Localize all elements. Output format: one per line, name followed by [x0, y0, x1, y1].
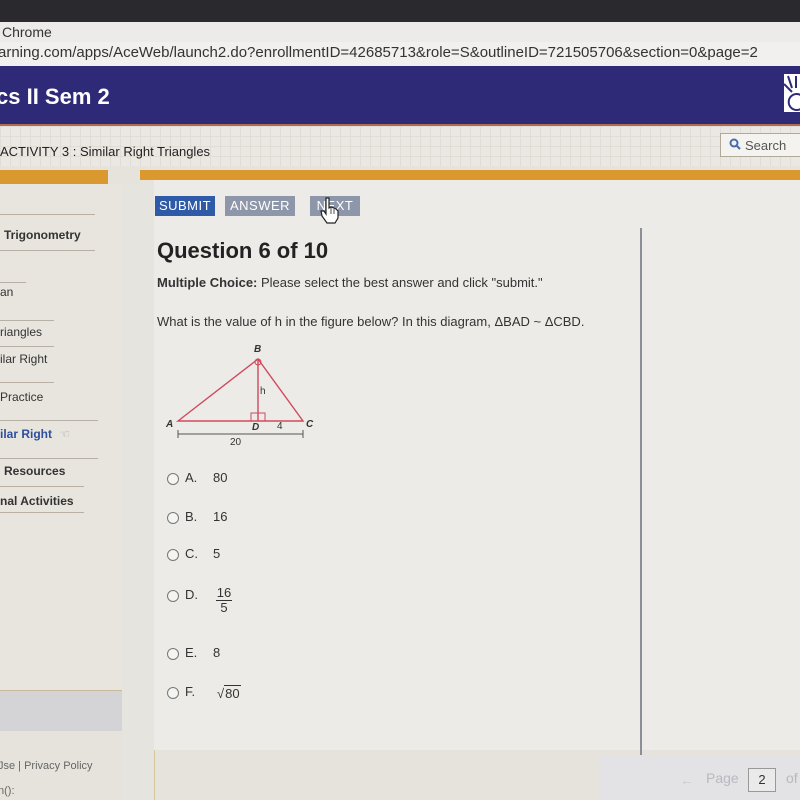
sidebar-item-similar-right[interactable]: ilar Right — [0, 352, 47, 366]
choice-letter: C. — [185, 546, 198, 561]
sidebar-item-resources[interactable]: Resources — [4, 464, 65, 478]
sidebar-item-practice[interactable]: Practice — [0, 390, 43, 404]
vertex-label-c: C — [306, 419, 314, 430]
choice-f[interactable]: F. — [167, 684, 213, 699]
course-header: cs II Sem 2 — [0, 66, 800, 126]
sidebar-item-trigonometry[interactable]: Trigonometry — [4, 228, 81, 242]
prev-page-arrow-icon[interactable]: ← — [680, 772, 694, 788]
pointer-icon: ☜ — [59, 427, 71, 441]
divider — [0, 458, 98, 459]
choice-letter: B. — [185, 509, 198, 524]
sunburst-logo-icon — [784, 75, 800, 111]
segment-ac-label: 20 — [230, 437, 242, 448]
divider — [0, 486, 84, 487]
course-title: cs II Sem 2 — [0, 84, 110, 109]
search-icon — [729, 138, 741, 150]
address-bar[interactable]: arning.com/apps/AceWeb/launch2.do?enroll… — [0, 42, 800, 67]
sidebar-item-label: ilar Right — [0, 427, 53, 441]
choice-value: 16 — [213, 509, 228, 524]
choice-b[interactable]: B. 16 — [167, 509, 227, 524]
sidebar-accent-bar — [0, 170, 108, 184]
brand-logo — [784, 74, 800, 112]
content-divider — [640, 228, 642, 758]
submit-button[interactable]: SUBMIT — [155, 196, 215, 216]
radio-button[interactable] — [167, 686, 179, 699]
choice-e[interactable]: E. 8 — [167, 645, 220, 660]
browser-title-bar: Chrome — [0, 22, 800, 43]
activity-label: ACTIVITY 3 — [0, 144, 70, 159]
instruction-prefix: Multiple Choice: — [157, 275, 258, 290]
content-accent-bar — [140, 170, 800, 180]
radio-button[interactable] — [167, 511, 179, 524]
question-prompt: What is the value of h in the figure bel… — [157, 314, 585, 329]
answer-button[interactable]: ANSWER — [225, 196, 295, 216]
instructions: Multiple Choice: Please select the best … — [157, 275, 543, 290]
choice-value: 5 — [213, 546, 221, 561]
radio-button[interactable] — [167, 472, 179, 485]
search-label: Search — [745, 138, 787, 153]
footer-links[interactable]: Jse | Privacy Policy — [0, 760, 93, 772]
choice-letter: A. — [185, 470, 198, 485]
sidebar-item-similar-right-active[interactable]: ilar Right ☜ — [0, 427, 70, 441]
activity-heading: ACTIVITY 3 : Similar Right Triangles — [0, 144, 210, 159]
sidebar-item-additional-activities[interactable]: nal Activities — [0, 494, 74, 508]
activity-bar: ACTIVITY 3 : Similar Right Triangles Sea… — [0, 126, 800, 166]
divider — [0, 320, 54, 321]
sidebar: Trigonometry an riangles ilar Right Prac… — [0, 184, 123, 729]
triangle-abc — [175, 358, 305, 422]
radio-button[interactable] — [167, 589, 179, 602]
segment-dc-label: 4 — [277, 421, 283, 432]
activity-title: Similar Right Triangles — [80, 144, 211, 159]
activity-separator: : — [72, 144, 77, 159]
fraction-denominator: 5 — [220, 600, 228, 615]
choice-letter: F. — [185, 684, 196, 699]
divider — [0, 512, 84, 513]
hand-cursor-icon — [320, 197, 339, 224]
triangle-figure: B A C D h 4 20 — [165, 344, 314, 448]
footer-status: n(): — [0, 785, 15, 797]
choice-letter: D. — [185, 587, 198, 602]
browser-title: Chrome — [2, 24, 52, 40]
choice-f-radical: √80 — [217, 685, 241, 701]
choice-value: 80 — [213, 470, 228, 485]
choice-a[interactable]: A. 80 — [167, 470, 227, 485]
height-label: h — [260, 386, 266, 397]
page-label: Page — [706, 770, 739, 786]
divider — [0, 250, 95, 251]
vertex-label-b: B — [254, 344, 261, 355]
radio-button[interactable] — [167, 647, 179, 660]
divider — [0, 420, 98, 421]
sidebar-item-triangles[interactable]: riangles — [0, 325, 42, 339]
page-number-input[interactable]: 2 — [748, 768, 776, 792]
screen-bezel — [0, 0, 800, 22]
instruction-text: Please select the best answer and click … — [257, 275, 543, 290]
choice-value: 8 — [213, 645, 221, 660]
question-title: Question 6 of 10 — [157, 238, 329, 263]
vertex-label-a: A — [165, 419, 173, 430]
radio-button[interactable] — [167, 548, 179, 561]
page-of-label: of — [786, 770, 798, 786]
choice-d-fraction: 16 5 — [216, 586, 232, 615]
sidebar-footer-panel — [0, 690, 122, 731]
radicand: 80 — [224, 685, 241, 701]
url-text[interactable]: arning.com/apps/AceWeb/launch2.do?enroll… — [0, 44, 758, 61]
fraction-numerator: 16 — [216, 585, 232, 601]
vertex-label-d: D — [252, 422, 259, 433]
search-button[interactable]: Search — [720, 133, 800, 157]
choice-c[interactable]: C. 5 — [167, 546, 220, 561]
question-panel — [154, 180, 800, 750]
sidebar-item-an[interactable]: an — [0, 285, 13, 299]
choice-d[interactable]: D. — [167, 587, 213, 602]
divider — [0, 214, 95, 215]
divider — [0, 382, 54, 383]
choice-letter: E. — [185, 645, 198, 660]
divider — [0, 346, 54, 347]
divider — [0, 282, 26, 283]
gutter — [122, 184, 155, 800]
